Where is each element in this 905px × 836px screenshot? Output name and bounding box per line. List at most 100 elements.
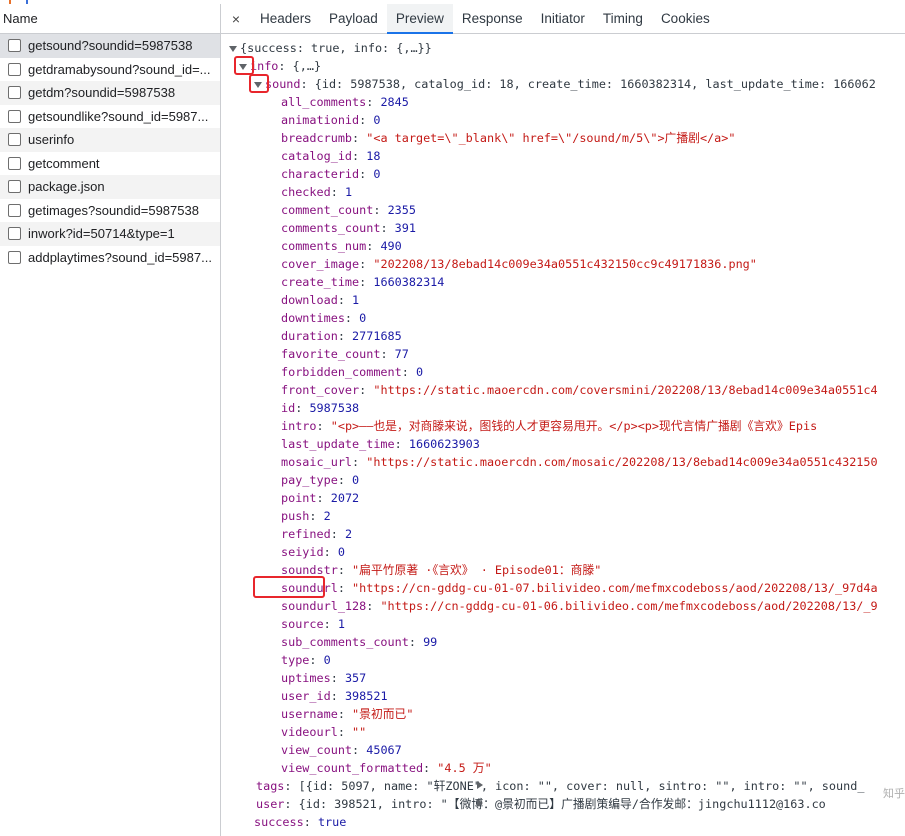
- field-comment-count: comment_count: 2355: [281, 201, 416, 219]
- field-key: push: [281, 509, 310, 523]
- field-value: 0: [359, 311, 367, 325]
- document-icon: [8, 250, 21, 264]
- colon: :: [284, 779, 299, 793]
- field-value: "https://cn-gddg-cu-01-07.bilivideo.com/…: [352, 581, 878, 595]
- colon: :: [303, 815, 318, 829]
- field-value: 1: [337, 617, 345, 631]
- request-row[interactable]: getimages?soundid=5987538: [0, 199, 220, 223]
- field-value: "https://cn-gddg-cu-01-06.bilivideo.com/…: [380, 599, 878, 613]
- collapse-triangle-icon[interactable]: [477, 799, 483, 807]
- tree-user: user: {id: 398521, intro: "【微博：@景初而已】广播剧…: [256, 795, 826, 813]
- colon: :: [284, 797, 299, 811]
- tab-payload[interactable]: Payload: [320, 4, 387, 33]
- request-row[interactable]: getsound?soundid=5987538: [0, 34, 220, 58]
- highlight-box-info: [234, 56, 254, 75]
- field-username: username: "景初而已": [281, 705, 413, 723]
- field-key: breadcrumb: [281, 131, 353, 145]
- field-key: id: [281, 401, 296, 415]
- field-value: 0: [323, 653, 331, 667]
- sound-summary: {id: 5987538, catalog_id: 18, create_tim…: [314, 77, 876, 91]
- field-key: cover_image: [281, 257, 360, 271]
- field-value: 77: [394, 347, 409, 361]
- tab-response[interactable]: Response: [453, 4, 532, 33]
- field-key: intro: [281, 419, 317, 433]
- document-icon: [8, 180, 21, 194]
- expand-triangle-icon[interactable]: [229, 45, 237, 52]
- request-row[interactable]: getsoundlike?sound_id=5987...: [0, 105, 220, 129]
- close-icon[interactable]: ×: [221, 4, 251, 33]
- field-type: type: 0: [281, 651, 331, 669]
- field-duration: duration: 2771685: [281, 327, 402, 345]
- request-name: getdm?soundid=5987538: [28, 85, 176, 101]
- colon: :: [352, 455, 367, 469]
- tab-cookies[interactable]: Cookies: [652, 4, 719, 33]
- name-column-header[interactable]: Name: [0, 4, 220, 34]
- tab-headers[interactable]: Headers: [251, 4, 320, 33]
- field-value: "202208/13/8ebad14c009e34a0551c432150cc9…: [373, 257, 757, 271]
- tab-initiator[interactable]: Initiator: [532, 4, 594, 33]
- field-key: view_count: [281, 743, 353, 757]
- field-key: pay_type: [281, 473, 338, 487]
- field-point: point: 2072: [281, 489, 359, 507]
- request-row[interactable]: userinfo: [0, 128, 220, 152]
- colon: :: [373, 203, 388, 217]
- field-value: 5987538: [309, 401, 360, 415]
- field-value: 2: [344, 527, 353, 541]
- request-name: getdramabysound?sound_id=...: [28, 61, 211, 77]
- colon: :: [330, 185, 345, 199]
- colon: :: [316, 419, 331, 433]
- tab-preview[interactable]: Preview: [386, 4, 453, 34]
- field-key: uptimes: [281, 671, 331, 685]
- colon: :: [330, 527, 345, 541]
- colon: :: [380, 347, 395, 361]
- document-icon: [8, 156, 21, 170]
- request-row[interactable]: getdm?soundid=5987538: [0, 81, 220, 105]
- tags-summary: [{id: 5097, name: "轩ZONE", icon: "", cov…: [298, 779, 865, 793]
- field-key: characterid: [281, 167, 360, 181]
- tree-root: {success: true, info: {,…}}: [229, 39, 432, 57]
- field-value: 398521: [344, 689, 388, 703]
- field-key: sub_comments_count: [281, 635, 409, 649]
- field-value: 2845: [380, 95, 409, 109]
- field-cover-image: cover_image: "202208/13/8ebad14c009e34a0…: [281, 255, 757, 273]
- field-value: 490: [380, 239, 402, 253]
- field-value: "<p>——也是，对商滕来说，图钱的人才更容易甩开。</p><p>现代言情广播剧…: [330, 419, 818, 433]
- tab-timing[interactable]: Timing: [594, 4, 652, 33]
- request-row[interactable]: getcomment: [0, 152, 220, 176]
- field-value: 357: [344, 671, 367, 685]
- document-icon: [8, 109, 21, 123]
- document-icon: [8, 39, 21, 53]
- field-checked: checked: 1: [281, 183, 352, 201]
- field-key: catalog_id: [281, 149, 353, 163]
- request-row[interactable]: inwork?id=50714&type=1: [0, 222, 220, 246]
- request-name: getimages?soundid=5987538: [28, 202, 199, 218]
- field-soundurl-128: soundurl_128: "https://cn-gddg-cu-01-06.…: [281, 597, 878, 615]
- field-animationid: animationid: 0: [281, 111, 380, 129]
- collapse-triangle-icon[interactable]: [477, 781, 483, 789]
- field-comments-count: comments_count: 391: [281, 219, 416, 237]
- colon: :: [337, 725, 353, 739]
- tree-tags: tags: [{id: 5097, name: "轩ZONE", icon: "…: [256, 777, 864, 795]
- request-row[interactable]: getdramabysound?sound_id=...: [0, 58, 220, 82]
- colon: :: [366, 239, 381, 253]
- key-sound: sound: [265, 77, 301, 91]
- field-key: front_cover: [281, 383, 360, 397]
- highlight-box-soundurl: [253, 576, 325, 598]
- request-row[interactable]: addplaytimes?sound_id=5987...: [0, 246, 220, 270]
- field-key: last_update_time: [281, 437, 395, 451]
- field-download: download: 1: [281, 291, 359, 309]
- request-row[interactable]: package.json: [0, 175, 220, 199]
- field-pay-type: pay_type: 0: [281, 471, 359, 489]
- field-value: 0: [373, 113, 381, 127]
- field-value: "https://static.maoercdn.com/coversmini/…: [373, 383, 878, 397]
- field-value: 1: [352, 293, 360, 307]
- key-info: info: [250, 59, 279, 73]
- colon: :: [309, 653, 324, 667]
- colon: :: [330, 689, 345, 703]
- field-comments-num: comments_num: 490: [281, 237, 402, 255]
- field-key: username: [281, 707, 338, 721]
- colon: :: [352, 131, 367, 145]
- request-list: getsound?soundid=5987538 getdramabysound?…: [0, 34, 220, 269]
- highlight-box-sound: [249, 74, 269, 93]
- colon: :: [401, 365, 416, 379]
